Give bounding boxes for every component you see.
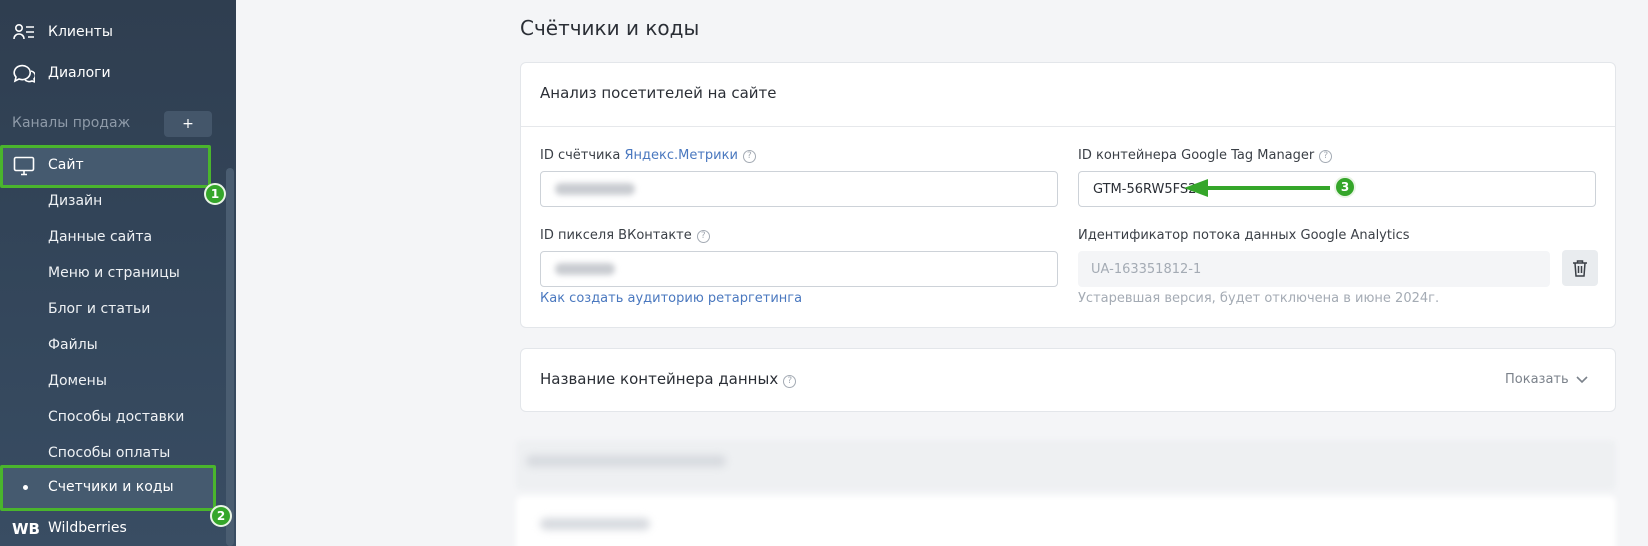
ga-stream-value: UA-163351812-1: [1091, 261, 1202, 277]
gtm-label: ID контейнера Google Tag Manager?: [1078, 148, 1333, 163]
blurred-text: [540, 518, 650, 530]
sidebar-subitem-domains[interactable]: Домены: [48, 373, 107, 389]
yandex-metrica-label: ID счётчика Яндекс.Метрики?: [540, 148, 756, 163]
card-heading: Анализ посетителей на сайте: [540, 84, 777, 102]
chat-icon: [12, 61, 36, 85]
sidebar-item-label: Wildberries: [48, 520, 127, 536]
card-divider: [521, 126, 1615, 127]
annotation-badge-1: 1: [204, 183, 226, 205]
wildberries-logo-icon: WB: [12, 520, 40, 538]
ga-stream-input[interactable]: UA-163351812-1: [1078, 251, 1550, 287]
sidebar-scrollbar[interactable]: [226, 168, 234, 546]
page-title: Счётчики и коды: [520, 16, 700, 40]
vk-pixel-label: ID пикселя ВКонтакте?: [540, 228, 710, 243]
yandex-metrica-input[interactable]: [540, 171, 1058, 207]
trash-icon: [1573, 260, 1587, 277]
annotation-arrow-icon: [1184, 179, 1330, 197]
help-icon[interactable]: ?: [1319, 149, 1333, 163]
help-icon[interactable]: ?: [742, 149, 756, 163]
sidebar-subitem-files[interactable]: Файлы: [48, 337, 98, 353]
section-label-sales-channels: Каналы продаж: [12, 115, 131, 131]
annotation-box-site: [0, 145, 211, 188]
sidebar-subitem-site-data[interactable]: Данные сайта: [48, 229, 152, 245]
yandex-metrica-link[interactable]: Яндекс.Метрики: [624, 148, 737, 163]
sidebar-subitem-payment[interactable]: Способы оплаты: [48, 445, 170, 461]
sidebar-item-dialogs[interactable]: Диалоги: [0, 55, 236, 91]
blurred-value: [555, 263, 615, 275]
sidebar-subitem-blog[interactable]: Блог и статьи: [48, 301, 150, 317]
delete-ga-button[interactable]: [1562, 250, 1598, 286]
help-icon[interactable]: ?: [696, 229, 710, 243]
sidebar-subitem-menu-pages[interactable]: Меню и страницы: [48, 265, 180, 281]
blurred-value: [555, 183, 635, 195]
ga-deprecation-hint: Устаревшая версия, будет отключена в июн…: [1078, 291, 1440, 306]
sidebar-item-label: Клиенты: [48, 24, 113, 40]
sidebar-subitem-delivery[interactable]: Способы доставки: [48, 409, 184, 425]
sidebar-item-label: Диалоги: [48, 65, 111, 81]
help-icon[interactable]: ?: [783, 374, 797, 388]
show-container-button[interactable]: Показать: [1505, 372, 1589, 387]
annotation-badge-2: 2: [210, 505, 232, 527]
sidebar-subitem-design[interactable]: Дизайн: [48, 193, 102, 209]
ga-stream-label: Идентификатор потока данных Google Analy…: [1078, 228, 1410, 243]
blurred-text: [526, 455, 726, 467]
sidebar-item-clients[interactable]: Клиенты: [0, 14, 236, 50]
vk-pixel-input[interactable]: [540, 251, 1058, 287]
chevron-down-icon: [1576, 375, 1588, 383]
clients-icon: [12, 20, 36, 44]
annotation-box-counters: [0, 465, 216, 511]
container-name-title: Название контейнера данных?: [540, 370, 797, 388]
retargeting-link[interactable]: Как создать аудиторию ретаргетинга: [540, 291, 802, 306]
add-channel-button[interactable]: +: [164, 111, 212, 137]
annotation-badge-3: 3: [1334, 176, 1356, 198]
blurred-card: [516, 496, 1616, 546]
